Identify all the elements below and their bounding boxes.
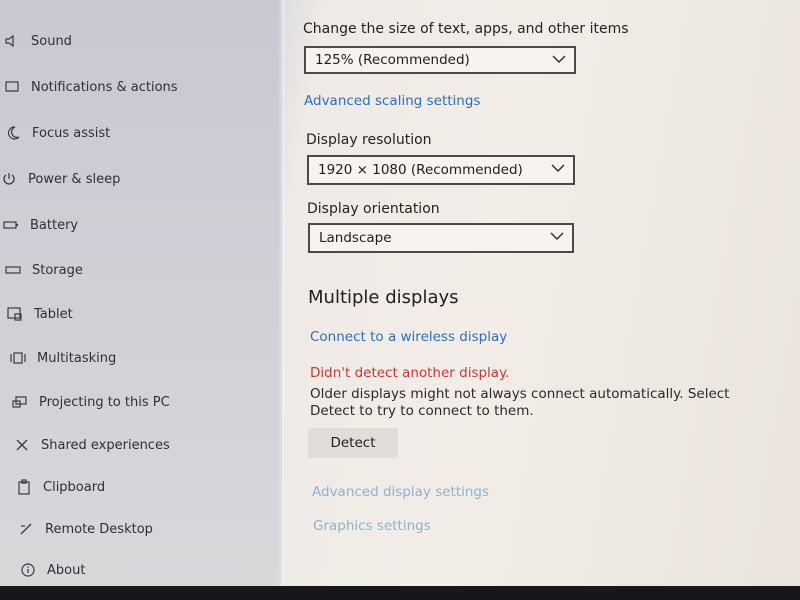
resolution-label: Display resolution (306, 132, 432, 148)
sidebar-item-label: About (47, 562, 86, 578)
sidebar-item-label: Projecting to this PC (39, 394, 170, 410)
sidebar-item-remote-desktop[interactable]: Remote Desktop (17, 517, 153, 541)
sidebar-item-label: Storage (32, 262, 83, 278)
clipboard-icon (15, 478, 33, 496)
detect-error-text: Didn't detect another display. (310, 365, 510, 381)
sidebar-item-clipboard[interactable]: Clipboard (15, 475, 105, 499)
resolution-value: 1920 × 1080 (Recommended) (318, 162, 523, 178)
resolution-dropdown[interactable]: 1920 × 1080 (Recommended) (307, 155, 575, 185)
sidebar-item-label: Clipboard (43, 479, 106, 495)
scale-value: 125% (Recommended) (315, 52, 470, 68)
sidebar-item-sound[interactable]: Sound (3, 29, 72, 53)
sidebar-item-battery[interactable]: Battery (2, 213, 78, 237)
sidebar-item-label: Notifications & actions (31, 79, 178, 95)
sidebar-item-label: Shared experiences (41, 437, 170, 453)
chevron-down-icon (552, 55, 566, 64)
sidebar-item-label: Sound (31, 33, 72, 49)
sidebar-item-about[interactable]: About (19, 558, 85, 582)
moon-icon (4, 124, 22, 142)
scale-dropdown[interactable]: 125% (Recommended) (304, 46, 576, 74)
multitasking-icon (9, 349, 27, 367)
sidebar-item-label: Remote Desktop (45, 521, 153, 537)
chevron-down-icon (551, 164, 565, 173)
storage-icon (4, 261, 22, 279)
remote-desktop-icon (17, 520, 35, 538)
sidebar-item-label: Battery (30, 217, 79, 233)
sidebar-item-power-sleep[interactable]: Power & sleep (0, 167, 120, 191)
wireless-display-link[interactable]: Connect to a wireless display (310, 329, 507, 345)
sidebar-item-storage[interactable]: Storage (4, 258, 83, 282)
power-icon (0, 170, 18, 188)
battery-icon (2, 216, 20, 234)
detect-button[interactable]: Detect (308, 428, 398, 458)
multiple-displays-heading: Multiple displays (308, 287, 459, 308)
speaker-icon (3, 32, 21, 50)
graphics-settings-link[interactable]: Graphics settings (313, 518, 431, 534)
sidebar-item-shared-experiences[interactable]: Shared experiences (13, 433, 170, 457)
detect-description: Older displays might not always connect … (310, 386, 730, 419)
sidebar-item-tablet[interactable]: Tablet (6, 302, 73, 326)
scale-label: Change the size of text, apps, and other… (303, 21, 629, 37)
orientation-value: Landscape (319, 230, 392, 246)
advanced-display-settings-link[interactable]: Advanced display settings (312, 484, 489, 500)
settings-window: Sound Notifications & actions Focus assi… (0, 0, 800, 586)
sidebar: Sound Notifications & actions Focus assi… (0, 0, 283, 586)
sidebar-item-notifications[interactable]: Notifications & actions (3, 75, 178, 99)
sidebar-item-projecting[interactable]: Projecting to this PC (11, 390, 170, 414)
sidebar-item-label: Tablet (34, 306, 73, 322)
projecting-icon (11, 393, 29, 411)
message-icon (3, 78, 21, 96)
advanced-scaling-link[interactable]: Advanced scaling settings (304, 93, 480, 109)
orientation-label: Display orientation (307, 201, 440, 217)
screen-bezel (0, 586, 800, 600)
sidebar-item-label: Multitasking (37, 350, 117, 366)
sidebar-item-multitasking[interactable]: Multitasking (9, 346, 116, 370)
sidebar-item-label: Focus assist (32, 125, 111, 141)
sidebar-item-focus-assist[interactable]: Focus assist (4, 121, 110, 145)
info-icon (19, 561, 37, 579)
tablet-icon (6, 305, 24, 323)
display-settings-panel: Change the size of text, apps, and other… (284, 0, 800, 586)
orientation-dropdown[interactable]: Landscape (308, 223, 574, 253)
shared-icon (13, 436, 31, 454)
sidebar-item-label: Power & sleep (28, 171, 121, 187)
chevron-down-icon (550, 232, 564, 241)
